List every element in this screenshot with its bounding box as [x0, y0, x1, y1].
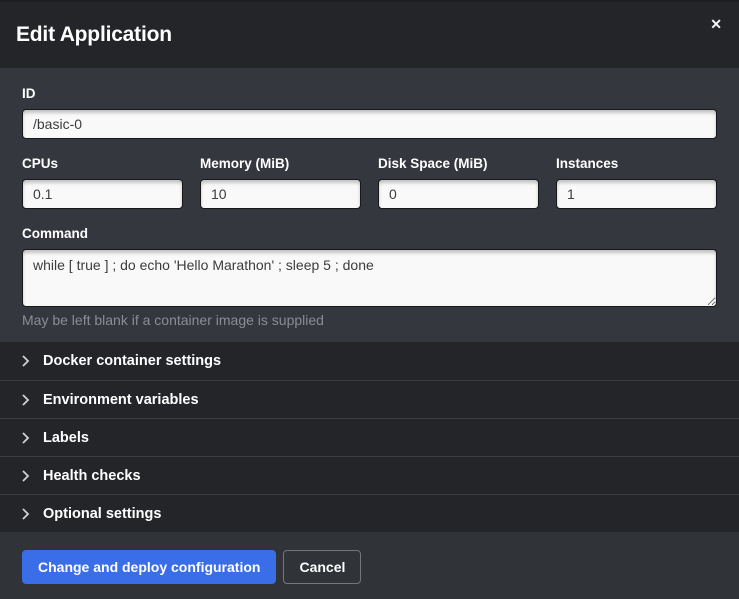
disk-space-field-group: Disk Space (MiB) [378, 156, 539, 209]
disk-space-input[interactable] [378, 179, 539, 209]
command-textarea[interactable]: while [ true ] ; do echo 'Hello Marathon… [22, 249, 717, 307]
id-label: ID [22, 86, 717, 101]
cancel-button[interactable]: Cancel [283, 550, 361, 584]
memory-label: Memory (MiB) [200, 156, 361, 171]
section-label: Docker container settings [43, 353, 221, 369]
chevron-right-icon [21, 355, 30, 367]
cpus-label: CPUs [22, 156, 183, 171]
chevron-right-icon [21, 508, 30, 520]
application-form: ID CPUs Memory (MiB) Disk Space (MiB) In… [0, 68, 739, 328]
modal-header: Edit Application ✕ [0, 2, 739, 68]
instances-field-group: Instances [556, 156, 717, 209]
section-row-labels[interactable]: Labels [0, 418, 739, 456]
resources-row: CPUs Memory (MiB) Disk Space (MiB) Insta… [22, 156, 717, 209]
disk-space-label: Disk Space (MiB) [378, 156, 539, 171]
section-label: Environment variables [43, 392, 199, 408]
id-field-group: ID [22, 86, 717, 139]
section-label: Labels [43, 430, 89, 446]
modal-footer: Change and deploy configuration Cancel [0, 532, 739, 599]
collapsible-sections: Docker container settings Environment va… [0, 342, 739, 532]
section-row-environment-variables[interactable]: Environment variables [0, 380, 739, 418]
chevron-right-icon [21, 470, 30, 482]
chevron-right-icon [21, 432, 30, 444]
command-help-text: May be left blank if a container image i… [22, 312, 717, 328]
section-row-optional-settings[interactable]: Optional settings [0, 494, 739, 532]
id-input[interactable] [22, 109, 717, 139]
memory-input[interactable] [200, 179, 361, 209]
cpus-input[interactable] [22, 179, 183, 209]
memory-field-group: Memory (MiB) [200, 156, 361, 209]
section-label: Optional settings [43, 506, 161, 522]
modal-title: Edit Application [16, 23, 172, 47]
section-row-docker-container-settings[interactable]: Docker container settings [0, 342, 739, 380]
instances-label: Instances [556, 156, 717, 171]
command-label: Command [22, 226, 717, 241]
change-and-deploy-button[interactable]: Change and deploy configuration [22, 550, 276, 584]
section-row-health-checks[interactable]: Health checks [0, 456, 739, 494]
cpus-field-group: CPUs [22, 156, 183, 209]
instances-input[interactable] [556, 179, 717, 209]
section-label: Health checks [43, 468, 141, 484]
close-icon[interactable]: ✕ [710, 17, 722, 31]
edit-application-modal: Edit Application ✕ ID CPUs Memory (MiB) … [0, 0, 739, 599]
chevron-right-icon [21, 394, 30, 406]
command-field-group: Command while [ true ] ; do echo 'Hello … [22, 226, 717, 328]
